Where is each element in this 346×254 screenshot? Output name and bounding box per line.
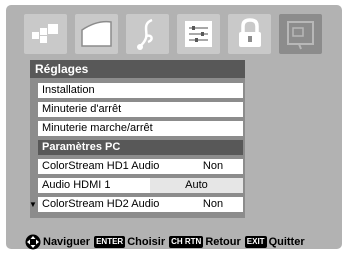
return-label: Retour	[205, 236, 241, 248]
menu-item-value: Non	[202, 198, 224, 210]
settings-icon[interactable]	[177, 14, 220, 54]
scroll-down-arrow-icon: ▼	[29, 200, 37, 209]
menu-item-label: Audio HDMI 1	[38, 178, 150, 193]
menu-item-colorstream-hd1-audio[interactable]: ColorStream HD1 Audio Non	[38, 159, 243, 174]
category-icon-bar	[24, 14, 324, 54]
enter-key: ENTER	[94, 236, 126, 248]
enter-label: Choisir	[127, 236, 166, 248]
menu-item-installation[interactable]: Installation	[38, 83, 243, 98]
navigate-label: Naviguer	[43, 236, 91, 248]
return-key: CH RTN	[169, 236, 204, 248]
menu-item-value: Auto	[150, 178, 243, 193]
menu-item-on-off-timer[interactable]: Minuterie marche/arrêt	[38, 121, 243, 136]
picture-icon[interactable]	[24, 14, 67, 54]
menu-list: Installation Minuterie d'arrêt Minuterie…	[30, 78, 245, 218]
menu-item-label: ColorStream HD2 Audio	[42, 198, 160, 210]
menu-title: Réglages	[30, 60, 245, 78]
music-icon[interactable]	[126, 14, 169, 54]
navigation-dpad-icon	[25, 234, 41, 250]
exit-key: EXIT	[244, 236, 267, 248]
footer-help-bar: Naviguer ENTER Choisir CH RTN Retour EXI…	[25, 231, 325, 253]
menu-item-value: Non	[202, 160, 224, 172]
menu-item-sleep-timer[interactable]: Minuterie d'arrêt	[38, 102, 243, 117]
menu-section-pc-settings[interactable]: Paramètres PC	[38, 140, 243, 155]
menu-item-hdmi-1-audio[interactable]: Audio HDMI 1 Auto	[38, 178, 243, 193]
setup-icon[interactable]	[279, 14, 322, 54]
sound-icon[interactable]	[75, 14, 118, 54]
lock-icon[interactable]	[228, 14, 271, 54]
exit-label: Quitter	[268, 236, 305, 248]
menu-item-label: ColorStream HD1 Audio	[42, 160, 160, 172]
menu-item-colorstream-hd2-audio[interactable]: ColorStream HD2 Audio Non	[38, 197, 243, 212]
